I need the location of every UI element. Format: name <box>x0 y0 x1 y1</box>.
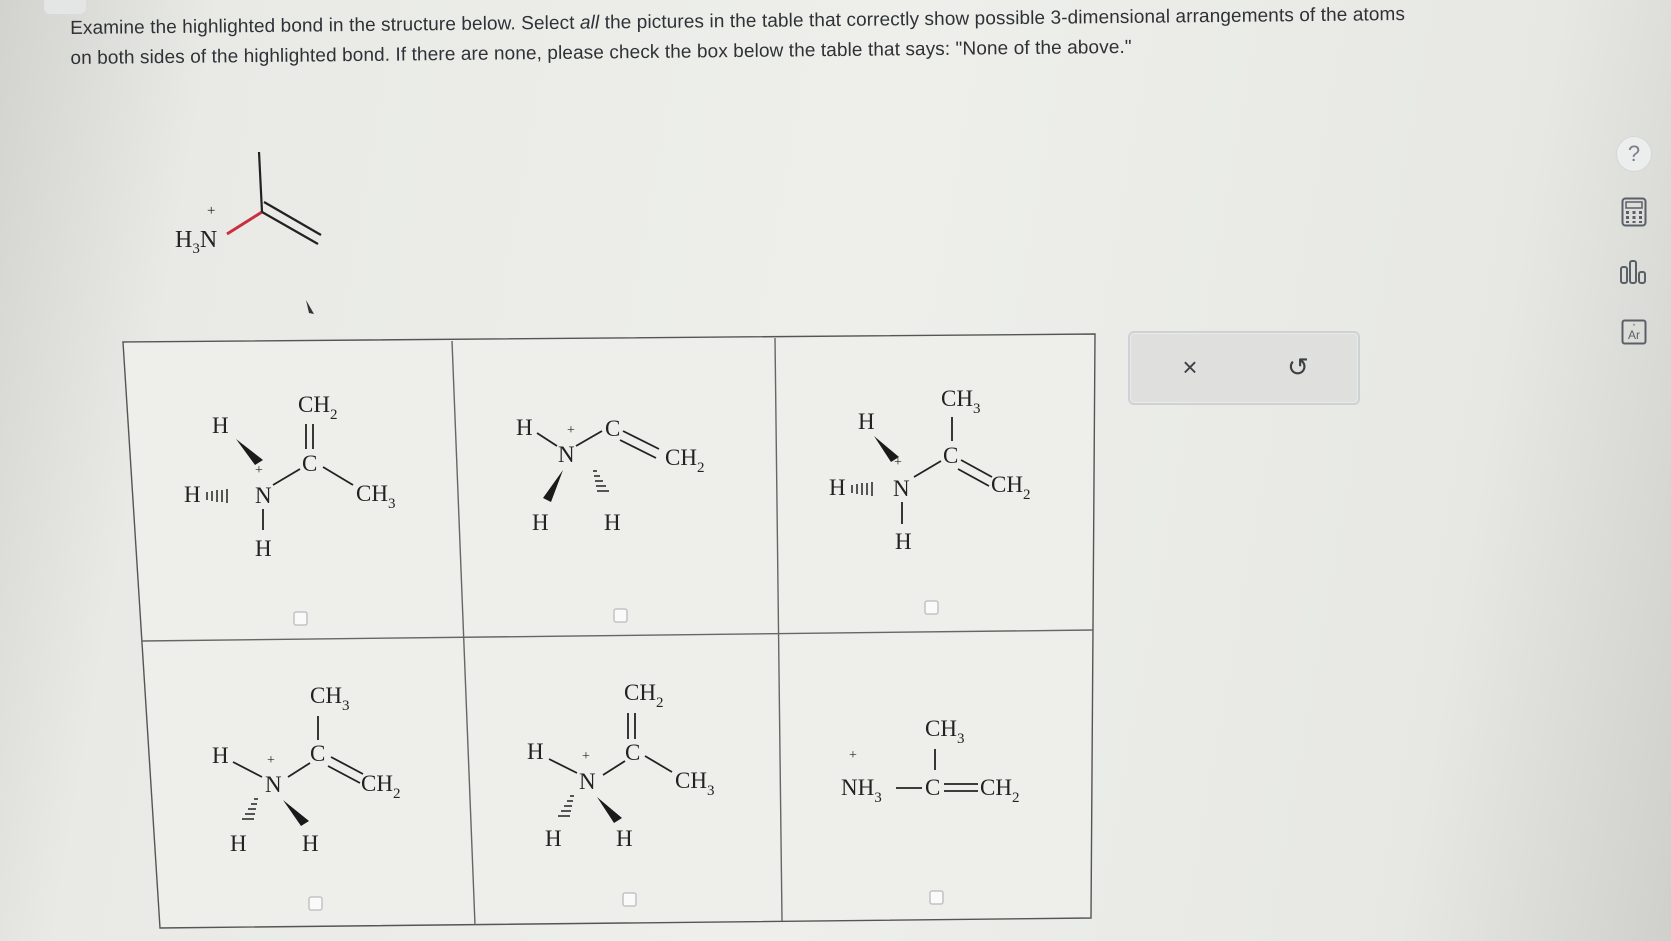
option-2-checkbox[interactable] <box>613 608 628 623</box>
question-figure: H3N + H H N + H C CH2 CH3 H + N C CH2 H … <box>122 151 1096 929</box>
undo-button[interactable]: ↺ <box>1268 345 1328 389</box>
clear-button[interactable]: × <box>1160 345 1220 389</box>
periodic-table-button[interactable]: Ar * <box>1612 310 1656 354</box>
close-icon: × <box>1182 352 1198 382</box>
option-3-checkbox[interactable] <box>924 600 939 615</box>
periodic-table-icon: Ar * <box>1621 319 1647 345</box>
calculator-button[interactable] <box>1612 190 1656 234</box>
methyl-bond <box>257 151 264 213</box>
charge-plus: + <box>207 203 215 219</box>
atom-label: N <box>579 769 596 794</box>
atom-label: N <box>893 476 910 501</box>
calculator-icon <box>1621 197 1647 227</box>
charge-plus: + <box>582 749 590 764</box>
side-toolbar: ? Ar * <box>1612 128 1662 368</box>
atom-label: H <box>616 826 633 851</box>
mouse-cursor-icon <box>306 300 314 314</box>
atom-label: C <box>605 416 620 441</box>
help-icon: ? <box>1616 136 1652 172</box>
atom-label: H <box>527 739 544 764</box>
option-6-checkbox[interactable] <box>929 890 944 905</box>
option-3-cell[interactable]: H H N + H C CH3 CH2 <box>779 340 1091 630</box>
option-4-checkbox[interactable] <box>308 896 323 911</box>
periodic-table-symbol: Ar <box>1628 328 1640 342</box>
atom-label: H <box>516 415 533 440</box>
atom-label: C <box>625 740 640 765</box>
atom-label: C <box>925 775 940 800</box>
atom-label: H <box>212 743 229 768</box>
h3n-label: H3N <box>175 227 217 257</box>
atom-label: H <box>184 482 201 507</box>
charge-plus: + <box>267 753 275 768</box>
atom-label: C <box>943 443 958 468</box>
highlighted-bond <box>226 210 263 236</box>
bar-chart-icon <box>1620 260 1646 284</box>
charge-plus: + <box>894 455 902 470</box>
option-6-cell[interactable]: CH3 + NH3 C CH2 <box>783 635 1089 917</box>
answer-action-panel: × ↺ <box>1128 331 1360 405</box>
atom-label: C <box>302 451 317 476</box>
atom-label: H <box>895 529 912 554</box>
undo-icon: ↺ <box>1287 352 1309 382</box>
atom-label: H <box>302 831 319 856</box>
option-1-cell[interactable]: H H N + H C CH2 CH3 <box>130 345 448 637</box>
atom-label: N <box>265 772 282 797</box>
atom-label: H <box>212 413 229 438</box>
page-background: Examine the highlighted bond in the stru… <box>0 0 1671 941</box>
charge-plus: + <box>849 748 857 763</box>
option-4-cell[interactable]: CH3 C CH2 N + H H H <box>146 645 466 923</box>
atom-label: H <box>858 409 875 434</box>
option-2-cell[interactable]: H + N C CH2 H H <box>456 343 772 635</box>
atom-label: H <box>255 536 272 561</box>
atom-label: H <box>829 475 846 500</box>
option-5-checkbox[interactable] <box>622 892 637 907</box>
atom-label: H <box>230 831 247 856</box>
help-button[interactable]: ? <box>1612 132 1656 176</box>
atom-label: H <box>545 826 562 851</box>
data-chart-button[interactable] <box>1612 250 1656 294</box>
atom-label: N <box>255 483 272 508</box>
atom-label: C <box>310 741 325 766</box>
atom-label: H <box>604 510 621 535</box>
option-5-cell[interactable]: CH2 C CH3 N + H H H <box>470 640 778 920</box>
charge-plus: + <box>255 463 263 478</box>
atom-label: H <box>532 510 549 535</box>
charge-plus: + <box>567 423 575 438</box>
atom-label: N <box>558 442 575 467</box>
skeletal-structure: H3N + <box>175 151 322 314</box>
option-1-checkbox[interactable] <box>293 611 308 626</box>
